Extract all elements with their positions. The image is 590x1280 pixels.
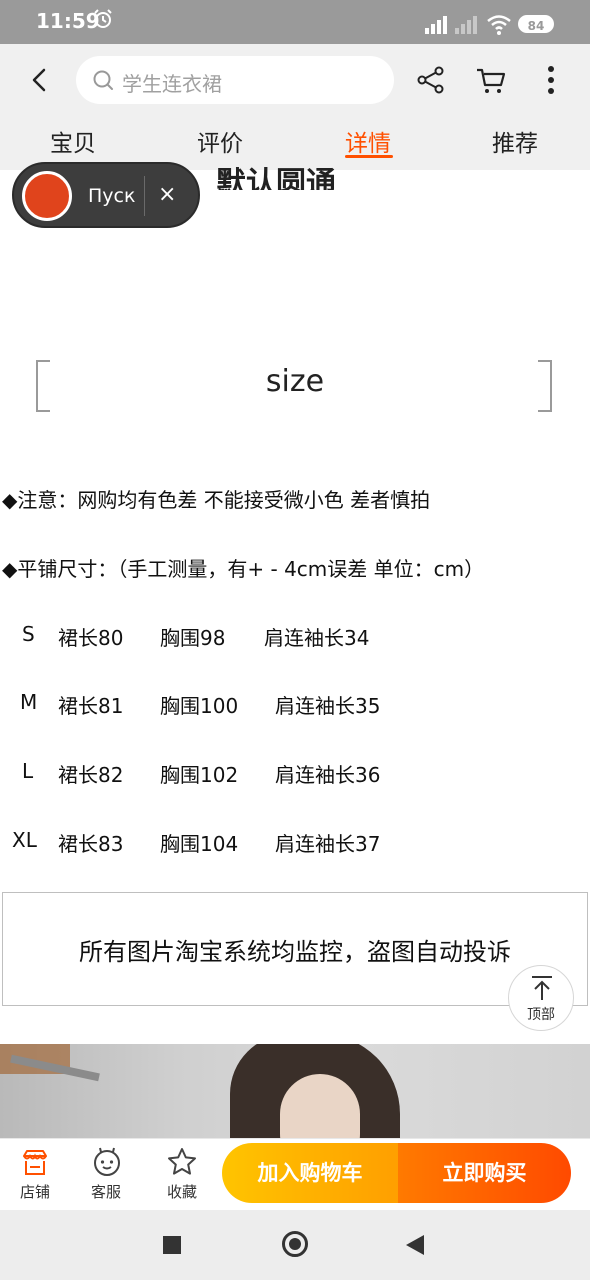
sleeve-value: 肩连袖长36 — [275, 763, 381, 787]
status-time: 11:59 — [36, 9, 100, 33]
cart-icon[interactable] — [473, 62, 509, 98]
search-bar[interactable]: 学生连衣裙 — [76, 56, 394, 104]
alarm-icon — [94, 9, 112, 28]
tab-recommend[interactable]: 推荐 — [492, 124, 538, 158]
bust-value: 胸围100 — [160, 694, 239, 718]
tab-details[interactable]: 详情 — [345, 124, 391, 158]
store-icon[interactable] — [20, 1148, 50, 1178]
star-icon[interactable] — [167, 1147, 197, 1177]
recent-apps-button[interactable] — [163, 1236, 181, 1254]
buy-now-button[interactable]: 立即购买 — [398, 1143, 571, 1203]
back-button[interactable] — [406, 1235, 424, 1255]
service-label[interactable]: 客服 — [76, 1181, 136, 1202]
active-tab-indicator — [345, 155, 393, 158]
more-options-icon[interactable] — [533, 62, 569, 98]
tab-baobei[interactable]: 宝贝 — [50, 124, 96, 158]
copyright-notice: 所有图片淘宝系统均监控，盗图自动投诉 — [79, 938, 511, 966]
size-heading: size — [265, 364, 325, 399]
sleeve-value: 肩连袖长37 — [275, 832, 381, 856]
search-icon — [93, 70, 113, 90]
status-bar: 11:59 84 — [0, 0, 590, 44]
length-value: 裙长83 — [58, 832, 124, 856]
length-value: 裙长80 — [58, 626, 124, 650]
bust-value: 胸围102 — [160, 763, 239, 787]
widget-divider — [144, 176, 145, 216]
back-arrow-icon[interactable] — [20, 60, 60, 100]
favorite-label[interactable]: 收藏 — [152, 1181, 212, 1202]
close-icon[interactable]: × — [158, 182, 176, 207]
color-difference-note: ◆注意：网购均有色差 不能接受微小色 差者慎拍 — [2, 488, 431, 512]
sleeve-value: 肩连袖长34 — [264, 626, 370, 650]
arrow-up-icon — [532, 976, 552, 1000]
measurement-note: ◆平铺尺寸：（手工测量，有+ - 4cm误差 单位：cm） — [2, 557, 485, 581]
size-label: M — [20, 690, 38, 714]
signal-icon — [425, 16, 477, 34]
length-value: 裙长82 — [58, 763, 124, 787]
home-button[interactable] — [282, 1231, 308, 1257]
battery-indicator: 84 — [518, 15, 554, 33]
size-label: L — [22, 759, 34, 783]
search-placeholder: 学生连衣裙 — [122, 72, 222, 96]
wifi-icon — [487, 15, 511, 35]
back-to-top-label: 顶部 — [527, 1007, 555, 1023]
tab-reviews[interactable]: 评价 — [197, 124, 243, 158]
product-photo — [0, 1044, 590, 1140]
partial-heading: 默认圆通 — [216, 166, 336, 190]
store-label[interactable]: 店铺 — [5, 1181, 65, 1202]
sleeve-value: 肩连袖长35 — [275, 694, 381, 718]
size-label: XL — [12, 828, 37, 852]
bust-value: 胸围98 — [160, 626, 226, 650]
record-button[interactable] — [22, 171, 72, 221]
back-to-top-button[interactable]: 顶部 — [508, 965, 574, 1031]
bust-value: 胸围104 — [160, 832, 239, 856]
share-icon[interactable] — [413, 62, 449, 98]
size-label: S — [22, 622, 35, 646]
start-button[interactable]: Пуск — [88, 185, 135, 207]
length-value: 裙长81 — [58, 694, 124, 718]
capture-widget[interactable]: Пуск × — [12, 162, 200, 228]
customer-service-icon[interactable] — [92, 1147, 122, 1177]
add-to-cart-button[interactable]: 加入购物车 — [222, 1143, 398, 1203]
